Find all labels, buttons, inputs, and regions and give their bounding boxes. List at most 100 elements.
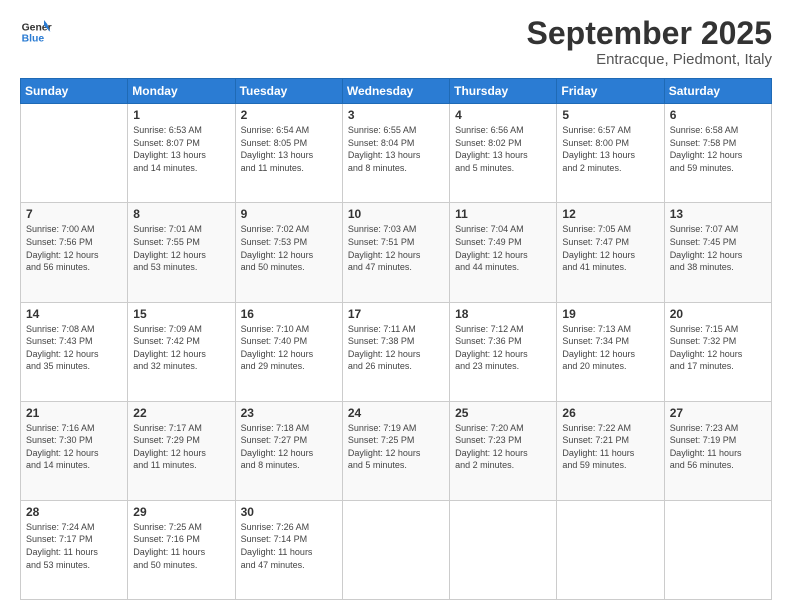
calendar-cell: 30 Sunrise: 7:26 AM Sunset: 7:14 PM Dayli…	[235, 500, 342, 599]
day-number: 3	[348, 108, 444, 122]
calendar-cell: 5 Sunrise: 6:57 AM Sunset: 8:00 PM Daylig…	[557, 104, 664, 203]
calendar-cell: 17 Sunrise: 7:11 AM Sunset: 7:38 PM Dayli…	[342, 302, 449, 401]
calendar-cell: 6 Sunrise: 6:58 AM Sunset: 7:58 PM Daylig…	[664, 104, 771, 203]
calendar-cell: 25 Sunrise: 7:20 AM Sunset: 7:23 PM Dayli…	[450, 401, 557, 500]
col-thursday: Thursday	[450, 79, 557, 104]
day-info: Sunrise: 6:58 AM Sunset: 7:58 PM Dayligh…	[670, 124, 766, 174]
calendar-cell: 24 Sunrise: 7:19 AM Sunset: 7:25 PM Dayli…	[342, 401, 449, 500]
day-info: Sunrise: 7:16 AM Sunset: 7:30 PM Dayligh…	[26, 422, 122, 472]
day-info: Sunrise: 7:04 AM Sunset: 7:49 PM Dayligh…	[455, 223, 551, 273]
calendar-cell	[557, 500, 664, 599]
calendar-cell: 21 Sunrise: 7:16 AM Sunset: 7:30 PM Dayli…	[21, 401, 128, 500]
logo-icon: General Blue	[20, 16, 52, 48]
day-info: Sunrise: 6:53 AM Sunset: 8:07 PM Dayligh…	[133, 124, 229, 174]
day-number: 30	[241, 505, 337, 519]
day-number: 11	[455, 207, 551, 221]
calendar-cell: 12 Sunrise: 7:05 AM Sunset: 7:47 PM Dayli…	[557, 203, 664, 302]
day-info: Sunrise: 7:09 AM Sunset: 7:42 PM Dayligh…	[133, 323, 229, 373]
page: General Blue September 2025 Entracque, P…	[0, 0, 792, 612]
day-number: 2	[241, 108, 337, 122]
calendar-cell: 29 Sunrise: 7:25 AM Sunset: 7:16 PM Dayli…	[128, 500, 235, 599]
calendar-cell: 3 Sunrise: 6:55 AM Sunset: 8:04 PM Daylig…	[342, 104, 449, 203]
day-number: 17	[348, 307, 444, 321]
calendar-cell: 8 Sunrise: 7:01 AM Sunset: 7:55 PM Daylig…	[128, 203, 235, 302]
calendar-week-row: 1 Sunrise: 6:53 AM Sunset: 8:07 PM Daylig…	[21, 104, 772, 203]
col-monday: Monday	[128, 79, 235, 104]
day-number: 1	[133, 108, 229, 122]
day-number: 10	[348, 207, 444, 221]
day-info: Sunrise: 7:24 AM Sunset: 7:17 PM Dayligh…	[26, 521, 122, 571]
day-info: Sunrise: 7:18 AM Sunset: 7:27 PM Dayligh…	[241, 422, 337, 472]
col-saturday: Saturday	[664, 79, 771, 104]
day-info: Sunrise: 7:20 AM Sunset: 7:23 PM Dayligh…	[455, 422, 551, 472]
calendar-cell: 26 Sunrise: 7:22 AM Sunset: 7:21 PM Dayli…	[557, 401, 664, 500]
day-info: Sunrise: 7:00 AM Sunset: 7:56 PM Dayligh…	[26, 223, 122, 273]
day-info: Sunrise: 7:07 AM Sunset: 7:45 PM Dayligh…	[670, 223, 766, 273]
day-number: 4	[455, 108, 551, 122]
day-number: 22	[133, 406, 229, 420]
day-info: Sunrise: 7:11 AM Sunset: 7:38 PM Dayligh…	[348, 323, 444, 373]
calendar-cell: 20Sunrise: 7:15 AM Sunset: 7:32 PM Dayli…	[664, 302, 771, 401]
day-info: Sunrise: 7:05 AM Sunset: 7:47 PM Dayligh…	[562, 223, 658, 273]
day-info: Sunrise: 7:19 AM Sunset: 7:25 PM Dayligh…	[348, 422, 444, 472]
day-info: Sunrise: 7:01 AM Sunset: 7:55 PM Dayligh…	[133, 223, 229, 273]
day-number: 20	[670, 307, 766, 321]
calendar-week-row: 7 Sunrise: 7:00 AM Sunset: 7:56 PM Daylig…	[21, 203, 772, 302]
day-info: Sunrise: 6:54 AM Sunset: 8:05 PM Dayligh…	[241, 124, 337, 174]
day-number: 23	[241, 406, 337, 420]
day-number: 26	[562, 406, 658, 420]
location-title: Entracque, Piedmont, Italy	[527, 51, 772, 68]
day-number: 28	[26, 505, 122, 519]
day-info: Sunrise: 6:56 AM Sunset: 8:02 PM Dayligh…	[455, 124, 551, 174]
day-number: 12	[562, 207, 658, 221]
day-number: 21	[26, 406, 122, 420]
day-number: 5	[562, 108, 658, 122]
calendar-cell: 22 Sunrise: 7:17 AM Sunset: 7:29 PM Dayli…	[128, 401, 235, 500]
calendar-header-row: Sunday Monday Tuesday Wednesday Thursday…	[21, 79, 772, 104]
col-sunday: Sunday	[21, 79, 128, 104]
calendar-cell: 23 Sunrise: 7:18 AM Sunset: 7:27 PM Dayli…	[235, 401, 342, 500]
calendar-cell: 19 Sunrise: 7:13 AM Sunset: 7:34 PM Dayli…	[557, 302, 664, 401]
calendar-week-row: 21 Sunrise: 7:16 AM Sunset: 7:30 PM Dayli…	[21, 401, 772, 500]
day-info: Sunrise: 7:12 AM Sunset: 7:36 PM Dayligh…	[455, 323, 551, 373]
day-number: 15	[133, 307, 229, 321]
calendar-table: Sunday Monday Tuesday Wednesday Thursday…	[20, 78, 772, 600]
day-info: Sunrise: 7:17 AM Sunset: 7:29 PM Dayligh…	[133, 422, 229, 472]
day-number: 8	[133, 207, 229, 221]
col-wednesday: Wednesday	[342, 79, 449, 104]
day-info: Sunrise: 7:25 AM Sunset: 7:16 PM Dayligh…	[133, 521, 229, 571]
day-number: 13	[670, 207, 766, 221]
day-info: Sunrise: 7:02 AM Sunset: 7:53 PM Dayligh…	[241, 223, 337, 273]
calendar-cell: 18Sunrise: 7:12 AM Sunset: 7:36 PM Dayli…	[450, 302, 557, 401]
day-number: 27	[670, 406, 766, 420]
svg-text:Blue: Blue	[22, 34, 45, 45]
day-info: Sunrise: 7:13 AM Sunset: 7:34 PM Dayligh…	[562, 323, 658, 373]
day-number: 19	[562, 307, 658, 321]
day-info: Sunrise: 6:55 AM Sunset: 8:04 PM Dayligh…	[348, 124, 444, 174]
calendar-cell: 1 Sunrise: 6:53 AM Sunset: 8:07 PM Daylig…	[128, 104, 235, 203]
day-number: 24	[348, 406, 444, 420]
calendar-cell: 13 Sunrise: 7:07 AM Sunset: 7:45 PM Dayli…	[664, 203, 771, 302]
day-number: 7	[26, 207, 122, 221]
month-title: September 2025	[527, 16, 772, 51]
day-info: Sunrise: 7:22 AM Sunset: 7:21 PM Dayligh…	[562, 422, 658, 472]
calendar-cell: 4 Sunrise: 6:56 AM Sunset: 8:02 PM Daylig…	[450, 104, 557, 203]
title-block: September 2025 Entracque, Piedmont, Ital…	[527, 16, 772, 68]
calendar-cell: 27 Sunrise: 7:23 AM Sunset: 7:19 PM Dayli…	[664, 401, 771, 500]
day-number: 6	[670, 108, 766, 122]
calendar-cell	[342, 500, 449, 599]
day-info: Sunrise: 7:10 AM Sunset: 7:40 PM Dayligh…	[241, 323, 337, 373]
calendar-cell	[450, 500, 557, 599]
calendar-cell: 7 Sunrise: 7:00 AM Sunset: 7:56 PM Daylig…	[21, 203, 128, 302]
calendar-cell: 16Sunrise: 7:10 AM Sunset: 7:40 PM Dayli…	[235, 302, 342, 401]
calendar-cell	[664, 500, 771, 599]
day-number: 29	[133, 505, 229, 519]
day-number: 9	[241, 207, 337, 221]
day-info: Sunrise: 7:23 AM Sunset: 7:19 PM Dayligh…	[670, 422, 766, 472]
day-info: Sunrise: 7:03 AM Sunset: 7:51 PM Dayligh…	[348, 223, 444, 273]
calendar-cell: 11 Sunrise: 7:04 AM Sunset: 7:49 PM Dayli…	[450, 203, 557, 302]
calendar-week-row: 14Sunrise: 7:08 AM Sunset: 7:43 PM Dayli…	[21, 302, 772, 401]
day-info: Sunrise: 6:57 AM Sunset: 8:00 PM Dayligh…	[562, 124, 658, 174]
day-info: Sunrise: 7:26 AM Sunset: 7:14 PM Dayligh…	[241, 521, 337, 571]
day-number: 25	[455, 406, 551, 420]
